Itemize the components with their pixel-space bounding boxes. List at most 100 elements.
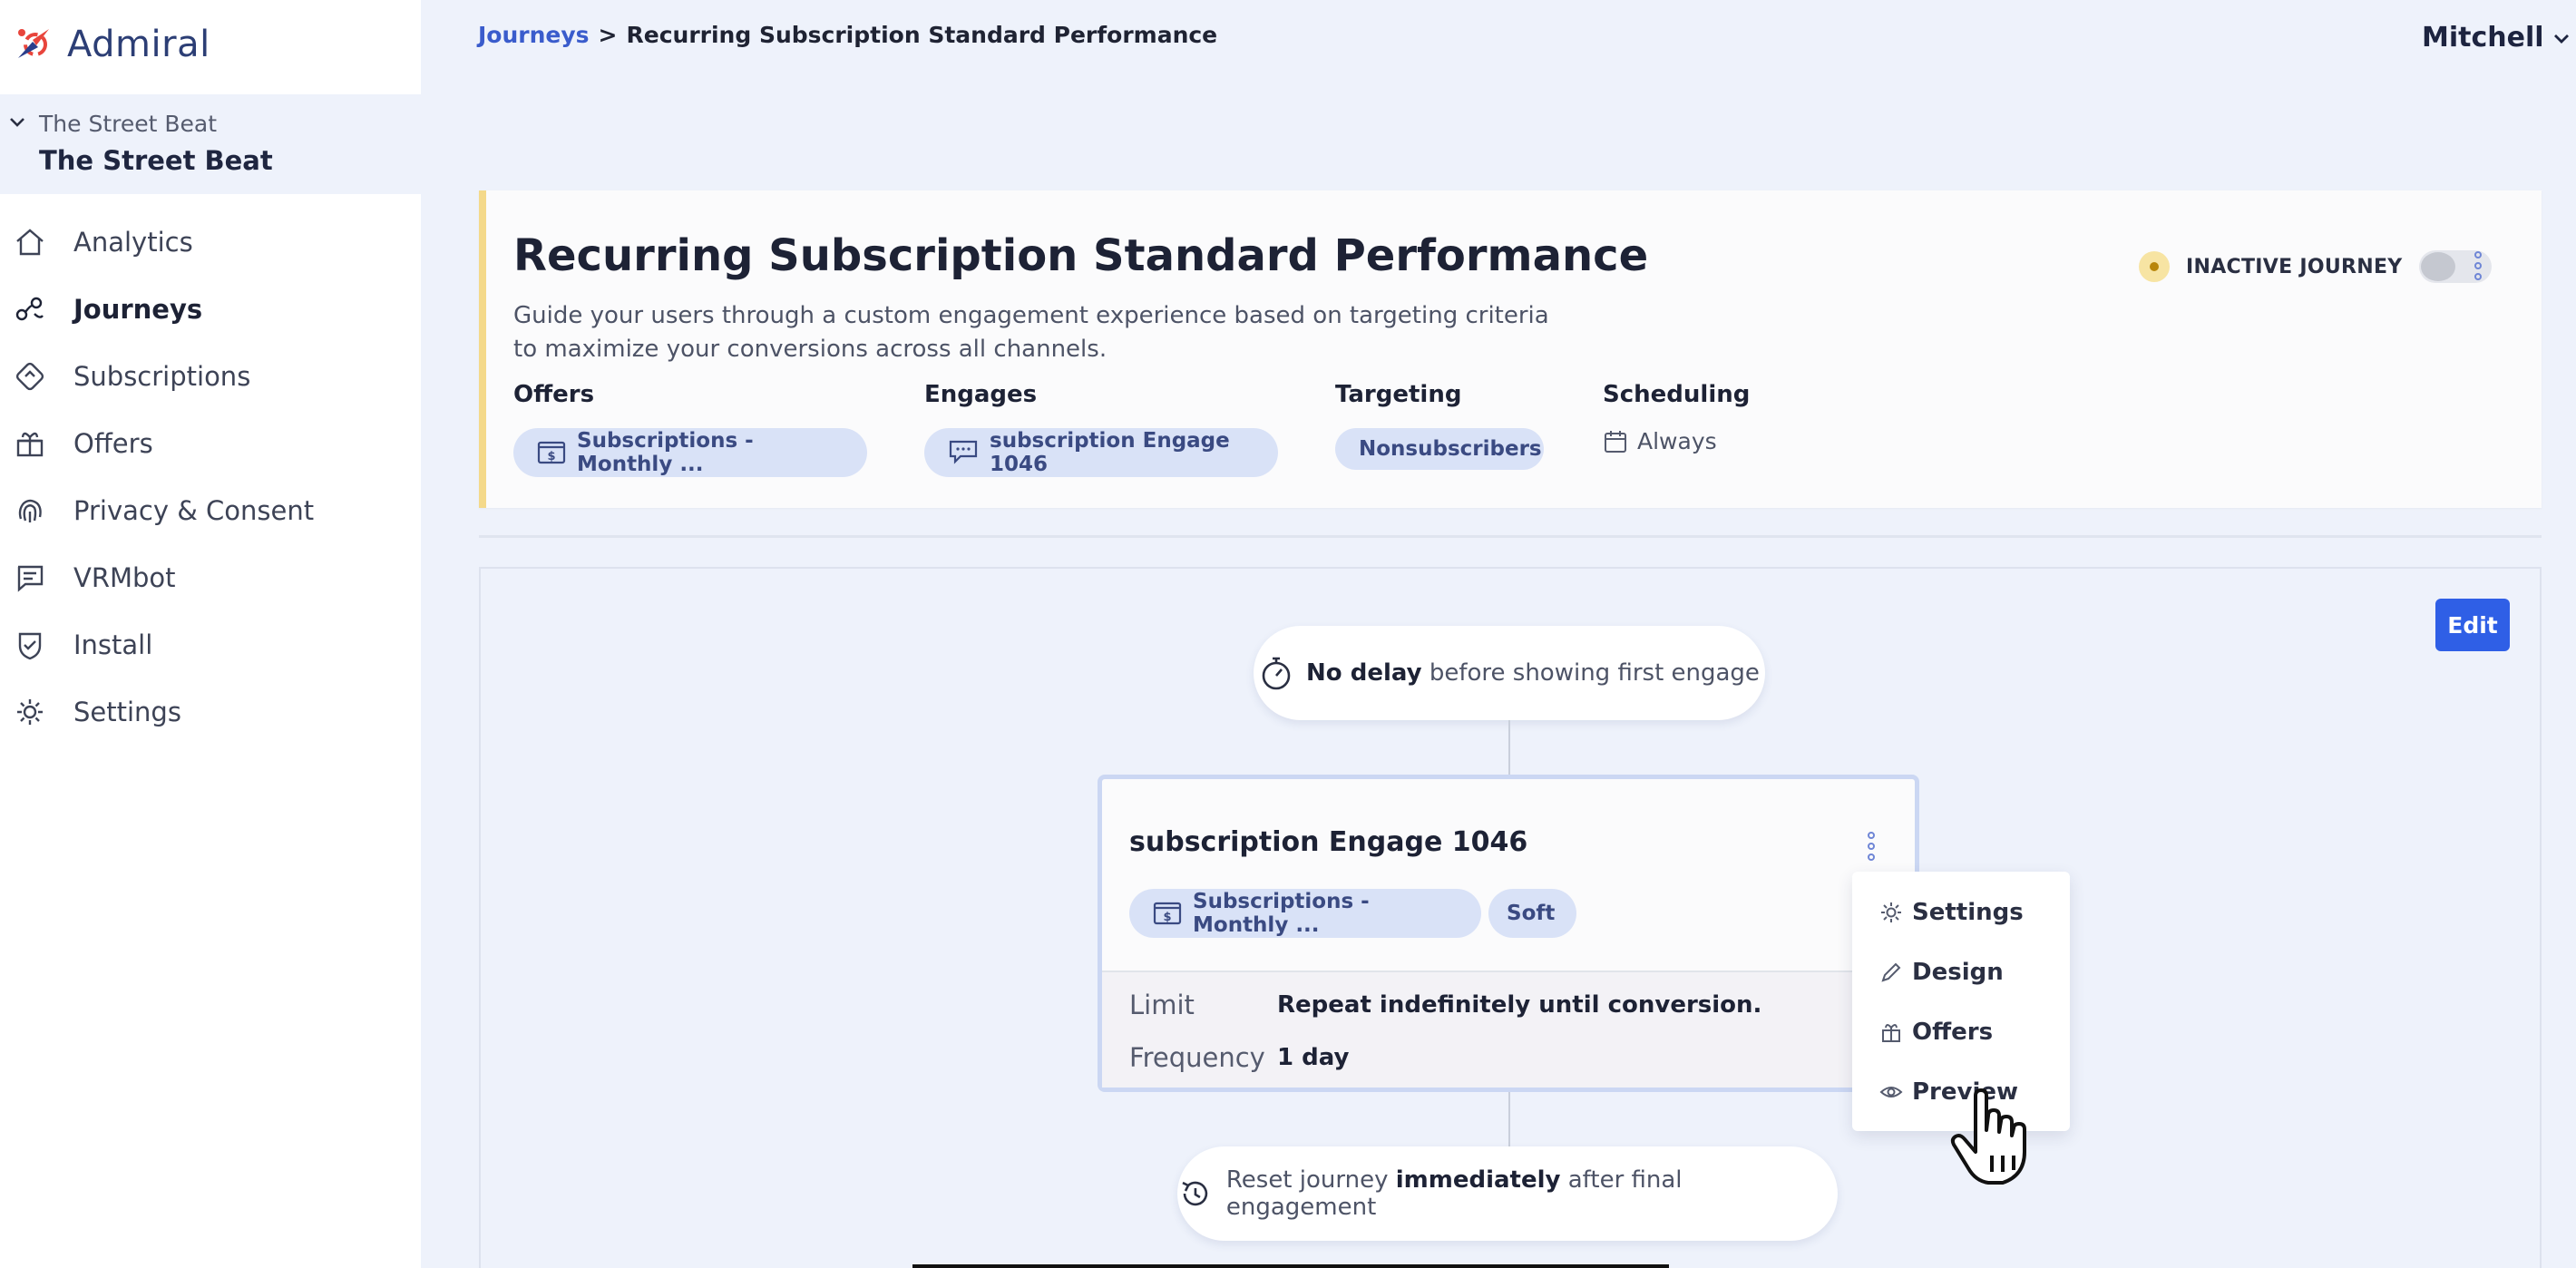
- menu-item-label: Settings: [1912, 899, 2024, 926]
- account-org-label: The Street Beat: [39, 111, 218, 137]
- sidebar-item-offers[interactable]: Offers: [0, 417, 421, 470]
- user-name: Mitchell: [2422, 22, 2544, 54]
- gift-icon: [16, 432, 44, 457]
- journey-status: INACTIVE JOURNEY: [2139, 250, 2492, 283]
- edit-button[interactable]: Edit: [2435, 599, 2510, 651]
- breadcrumb-link-journeys[interactable]: Journeys: [478, 22, 590, 48]
- targeting-heading: Targeting: [1335, 381, 1462, 408]
- engage-offer-pill[interactable]: $ Subscriptions - Monthly ...: [1129, 889, 1481, 938]
- menu-item-settings[interactable]: Settings: [1879, 899, 2024, 926]
- sidebar-item-label: Settings: [73, 697, 181, 727]
- eye-icon: [1879, 1087, 1903, 1097]
- engage-more-options-icon[interactable]: [1868, 832, 1875, 861]
- bottom-scroll-indicator: [912, 1264, 1669, 1268]
- breadcrumb-separator: >: [598, 22, 618, 48]
- sidebar-item-label: Privacy & Consent: [73, 495, 315, 526]
- offer-pill[interactable]: $ Subscriptions - Monthly ...: [513, 428, 867, 477]
- page-title: Recurring Subscription Standard Performa…: [513, 230, 1649, 281]
- chat-icon: [17, 565, 44, 592]
- reset-node[interactable]: Reset journey immediately after final en…: [1177, 1146, 1838, 1241]
- delay-text: before showing first engage: [1429, 659, 1760, 687]
- gear-icon: [17, 699, 43, 725]
- admiral-logo-icon: [18, 29, 49, 58]
- stopwatch-icon: [1262, 657, 1291, 690]
- brand[interactable]: Admiral: [13, 20, 210, 69]
- sidebar-item-privacy-consent[interactable]: Privacy & Consent: [0, 484, 421, 537]
- chevron-down-icon[interactable]: [7, 112, 27, 132]
- reset-text-pre: Reset journey: [1225, 1166, 1389, 1194]
- engage-title: subscription Engage 1046: [1129, 826, 1528, 858]
- brand-name: Admiral: [67, 24, 210, 65]
- status-indicator: [2139, 251, 2170, 282]
- calendar-icon: [1605, 430, 1626, 453]
- menu-item-label: Offers: [1912, 1019, 1994, 1046]
- flow-connector: [1508, 720, 1510, 775]
- sidebar-item-journeys[interactable]: Journeys: [0, 283, 421, 336]
- toggle-knob: [2420, 252, 2455, 281]
- svg-text:$: $: [1163, 911, 1171, 924]
- sidebar-item-settings[interactable]: Settings: [0, 686, 421, 738]
- pen-icon: [1881, 962, 1901, 982]
- sidebar-item-label: Install: [73, 629, 153, 660]
- account-switcher[interactable]: [0, 94, 421, 194]
- gear-icon: [1881, 902, 1901, 922]
- targeting-pill-label: Nonsubscribers: [1359, 437, 1542, 461]
- sidebar-item-label: Analytics: [73, 227, 193, 258]
- sidebar-item-label: VRMbot: [73, 562, 176, 593]
- engages-heading: Engages: [924, 381, 1038, 408]
- sidebar-item-label: Offers: [73, 428, 153, 459]
- engage-offer-pill-label: Subscriptions - Monthly ...: [1193, 890, 1370, 937]
- sidebar-item-analytics[interactable]: Analytics: [0, 216, 421, 268]
- dollar-card-icon: $: [537, 441, 566, 464]
- scheduling-heading: Scheduling: [1603, 381, 1751, 408]
- hand-pointer-cursor-icon: [1950, 1088, 2026, 1185]
- status-badge: INACTIVE JOURNEY: [2186, 255, 2403, 278]
- journey-summary-card: Recurring Subscription Standard Performa…: [479, 190, 2542, 508]
- shield-check-icon: [18, 632, 42, 660]
- engage-pill[interactable]: subscription Engage 1046: [924, 428, 1278, 477]
- scheduling-value: Always: [1603, 428, 1717, 454]
- menu-item-design[interactable]: Design: [1879, 959, 2004, 986]
- engage-pill-label: subscription Engage 1046: [990, 429, 1230, 476]
- journeys-icon: [15, 297, 44, 321]
- sidebar-item-vrmbot[interactable]: VRMbot: [0, 551, 421, 604]
- breadcrumb: Journeys > Recurring Subscription Standa…: [478, 22, 1217, 48]
- account-org-name: The Street Beat: [39, 145, 273, 176]
- journey-more-options-icon[interactable]: [2474, 251, 2482, 280]
- frequency-label: Frequency: [1129, 1042, 1265, 1073]
- engage-type-pill-label: Soft: [1507, 902, 1556, 925]
- delay-node[interactable]: No delay before showing first engage: [1254, 626, 1765, 720]
- sidebar-item-label: Journeys: [73, 294, 203, 325]
- sidebar-item-subscriptions[interactable]: Subscriptions: [0, 350, 421, 403]
- engage-node-card[interactable]: subscription Engage 1046 $ Subscriptions…: [1098, 775, 1919, 1092]
- delay-bold: No delay: [1306, 659, 1422, 687]
- flow-connector: [1508, 1092, 1510, 1146]
- targeting-pill[interactable]: Nonsubscribers: [1335, 428, 1544, 470]
- sidebar: Admiral The Street Beat The Street Beat …: [0, 0, 421, 1268]
- section-divider: [479, 535, 2542, 538]
- gift-icon: [1882, 1024, 1900, 1042]
- menu-item-offers[interactable]: Offers: [1879, 1019, 1993, 1046]
- limit-value: Repeat indefinitely until conversion.: [1277, 991, 1762, 1019]
- engage-type-pill[interactable]: Soft: [1488, 889, 1576, 938]
- menu-item-label: Design: [1912, 959, 2004, 986]
- offer-pill-label: Subscriptions - Monthly ...: [577, 429, 754, 476]
- breadcrumb-current: Recurring Subscription Standard Performa…: [626, 22, 1218, 48]
- user-menu[interactable]: Mitchell: [2422, 22, 2571, 54]
- reset-history-icon: [1182, 1181, 1208, 1206]
- scheduling-text: Always: [1637, 428, 1717, 454]
- fingerprint-icon: [18, 499, 42, 522]
- chat-cursor-icon: [949, 440, 978, 464]
- chevron-down-icon: [2553, 34, 2569, 44]
- reset-text-bold: immediately: [1395, 1166, 1561, 1194]
- svg-text:$: $: [547, 450, 555, 463]
- subscriptions-icon: [15, 362, 44, 391]
- journey-description: Guide your users through a custom engage…: [513, 302, 1549, 363]
- home-icon: [16, 229, 44, 256]
- frequency-value: 1 day: [1277, 1044, 1350, 1071]
- sidebar-item-install[interactable]: Install: [0, 619, 421, 671]
- dollar-card-icon: $: [1153, 902, 1182, 925]
- sidebar-item-label: Subscriptions: [73, 361, 251, 392]
- limit-label: Limit: [1129, 990, 1195, 1020]
- offers-heading: Offers: [513, 381, 595, 408]
